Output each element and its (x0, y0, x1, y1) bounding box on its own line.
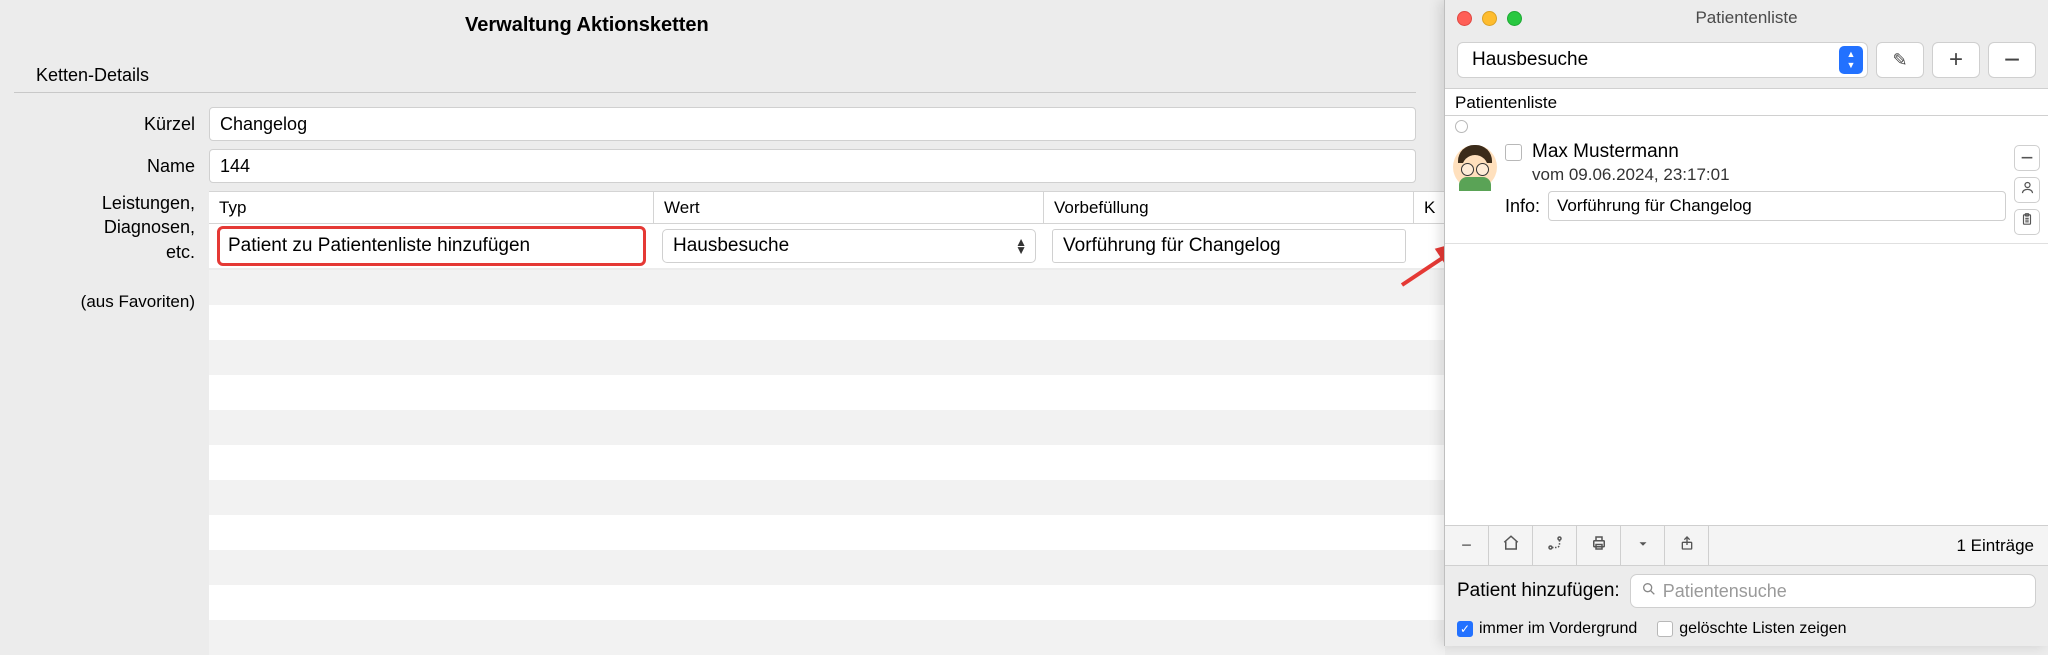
col-vorbefuellung[interactable]: Vorbefüllung (1044, 192, 1414, 223)
window-title: Patientenliste (1445, 8, 2048, 28)
wert-combo-value: Hausbesuche (673, 235, 789, 257)
patient-entry[interactable]: Max Mustermann vom 09.06.2024, 23:17:01 … (1445, 139, 2048, 244)
add-button[interactable]: + (1932, 42, 1980, 78)
info-label: Info: (1505, 196, 1540, 217)
options-row: ✓ immer im Vordergrund gelöschte Listen … (1445, 616, 2048, 646)
page-title: Verwaltung Aktionsketten (0, 0, 1430, 65)
col-typ[interactable]: Typ (209, 192, 654, 223)
search-placeholder: Patientensuche (1663, 581, 1787, 602)
name-label: Name (14, 156, 209, 177)
checkbox-unchecked-icon (1657, 621, 1673, 637)
add-patient-row: Patient hinzufügen: Patientensuche (1445, 566, 2048, 616)
patient-search-input[interactable]: Patientensuche (1630, 574, 2036, 608)
info-input[interactable]: Vorführung für Changelog (1548, 191, 2006, 221)
empty-rows (209, 270, 1445, 655)
clipboard-icon (2020, 212, 2034, 232)
avatar (1453, 145, 1497, 189)
leistungen-label: Leistungen, Diagnosen, etc. (14, 191, 209, 264)
list-select-value: Hausbesuche (1472, 49, 1588, 71)
foreground-checkbox[interactable]: ✓ immer im Vordergrund (1457, 620, 1637, 638)
actions-table: Typ Wert Vorbefüllung K Patient zu Patie… (209, 191, 1445, 655)
col-last[interactable]: K (1414, 192, 1445, 223)
entry-count: 1 Einträge (1709, 536, 2048, 556)
patient-name: Max Mustermann (1532, 141, 1679, 163)
main-panel: Verwaltung Aktionsketten Ketten-Details … (0, 0, 1430, 646)
print-button[interactable] (1577, 526, 1621, 566)
remove-button[interactable]: − (1988, 42, 2036, 78)
route-icon (1546, 534, 1564, 557)
vorbefuellung-input[interactable]: Vorführung für Changelog (1052, 229, 1406, 263)
chevron-updown-icon: ▲▼ (1015, 238, 1027, 254)
favoriten-label: (aus Favoriten) (14, 292, 209, 312)
section-header: Ketten-Details (0, 65, 1430, 92)
typ-cell-highlighted[interactable]: Patient zu Patientenliste hinzufügen (217, 226, 646, 266)
expand-button[interactable] (1621, 526, 1665, 566)
checkbox-checked-icon: ✓ (1457, 621, 1473, 637)
search-icon (1641, 581, 1657, 602)
deleted-checkbox[interactable]: gelöschte Listen zeigen (1657, 620, 1846, 638)
collapse-button[interactable]: − (1445, 526, 1489, 566)
list-select[interactable]: Hausbesuche ▲▼ (1457, 42, 1868, 78)
col-wert[interactable]: Wert (654, 192, 1044, 223)
patient-checkbox[interactable] (1505, 144, 1522, 161)
kuerzel-input[interactable] (209, 107, 1416, 141)
name-input[interactable] (209, 149, 1416, 183)
table-row[interactable]: Patient zu Patientenliste hinzufügen Hau… (209, 224, 1445, 268)
printer-icon (1590, 534, 1608, 557)
foreground-label: immer im Vordergrund (1479, 620, 1637, 638)
bottom-toolbar: − 1 Einträge (1445, 525, 2048, 565)
deleted-label: gelöschte Listen zeigen (1679, 620, 1846, 638)
wert-combo[interactable]: Hausbesuche ▲▼ (662, 229, 1036, 263)
plus-icon: + (1949, 46, 1963, 74)
clipboard-button[interactable] (2014, 209, 2040, 235)
home-icon (1502, 534, 1520, 557)
list-caption: Patientenliste (1445, 89, 2048, 116)
pencil-icon: ✎ (1892, 50, 1907, 71)
share-button[interactable] (1665, 526, 1709, 566)
titlebar: Patientenliste (1445, 0, 2048, 36)
route-button[interactable] (1533, 526, 1577, 566)
minus-icon: − (1461, 535, 1472, 556)
chevron-down-icon (1634, 535, 1652, 556)
row-marker-radio[interactable] (1455, 120, 1468, 133)
edit-button[interactable]: ✎ (1876, 42, 1924, 78)
person-button[interactable] (2014, 177, 2040, 203)
top-toolbar: Hausbesuche ▲▼ ✎ + − (1445, 36, 2048, 88)
chevron-updown-icon: ▲▼ (1839, 46, 1863, 74)
details-body: Kürzel Name Leistungen, Diagnosen, etc. … (14, 92, 1416, 632)
remove-patient-button[interactable]: − (2014, 145, 2040, 171)
patient-list: Patientenliste Max Mustermann vom 09.06.… (1445, 88, 2048, 566)
share-icon (1679, 534, 1695, 557)
person-icon (2020, 180, 2035, 200)
home-button[interactable] (1489, 526, 1533, 566)
patient-date: vom 09.06.2024, 23:17:01 (1532, 165, 2006, 185)
kuerzel-label: Kürzel (14, 114, 209, 135)
add-patient-label: Patient hinzufügen: (1457, 580, 1620, 602)
patientenliste-window: Patientenliste Hausbesuche ▲▼ ✎ + − Pati… (1444, 0, 2048, 646)
